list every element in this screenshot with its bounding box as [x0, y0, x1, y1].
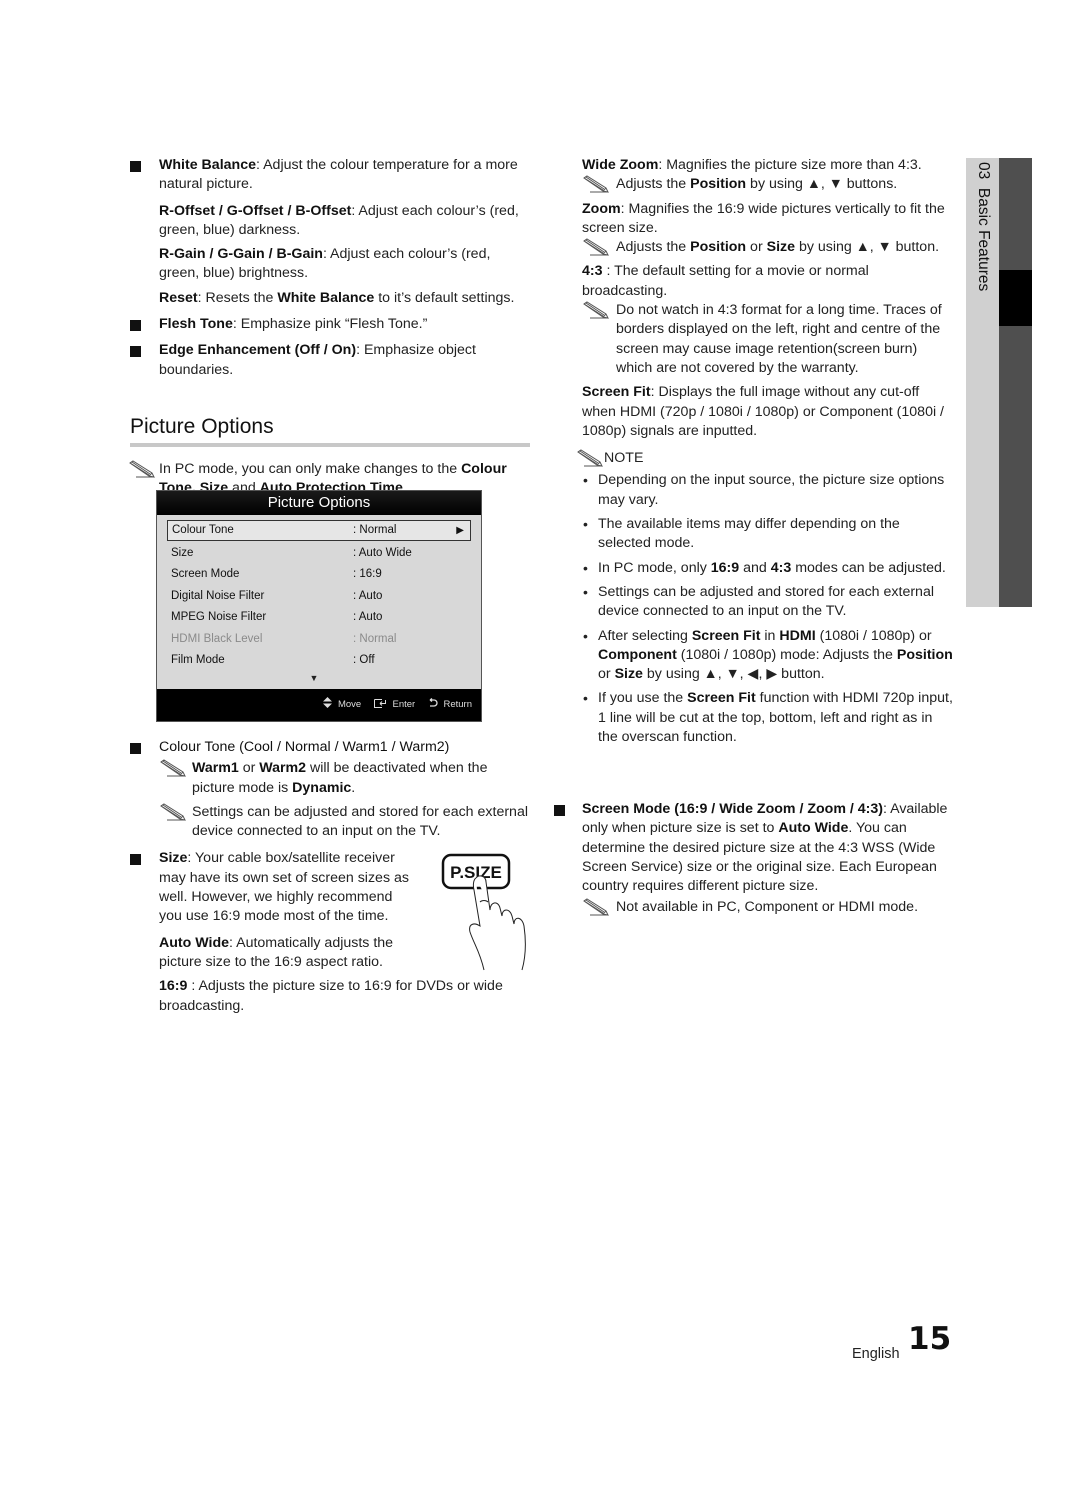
reset-item: Reset: Resets the White Balance to it’s …: [159, 289, 515, 306]
osd-row-hdmi-black-level: HDMI Black Level : Normal: [171, 632, 397, 645]
bullet-square-icon: [554, 805, 565, 816]
note-pencil-icon: [576, 449, 604, 467]
note-item: • If you use the Screen Fit function with…: [583, 690, 953, 746]
right-arrow-icon: ▶: [456, 525, 464, 536]
footer-language: English: [852, 1346, 900, 1362]
gain-item: R-Gain / G-Gain / B-Gain: Adjust each co…: [159, 246, 491, 282]
white-balance-item: White Balance: Adjust the colour tempera…: [130, 156, 530, 195]
settings-note: Settings can be adjusted and stored for …: [159, 803, 530, 842]
scroll-down-arrow-icon[interactable]: ▼: [157, 671, 471, 685]
chapter-tab-bar: [999, 158, 1032, 607]
bullet-square-icon: [130, 161, 141, 172]
enter-hint: Enter: [373, 699, 418, 710]
page-number: 15: [908, 1321, 952, 1357]
note-pencil-icon: [582, 238, 610, 256]
size-item: Size: Your cable box/satellite receiver …: [130, 849, 419, 926]
note-item: • In PC mode, only 16:9 and 4:3 modes can…: [583, 559, 946, 576]
osd-row-mpeg-noise-filter[interactable]: MPEG Noise Filter : Auto: [167, 607, 471, 628]
osd-row-film-mode[interactable]: Film Mode : Off: [167, 650, 471, 671]
note-pencil-icon: [159, 803, 187, 821]
flesh-tone-item: Flesh Tone: Emphasize pink “Flesh Tone.”: [130, 315, 530, 334]
auto-wide-item: Auto Wide: Automatically adjusts the pic…: [159, 934, 394, 970]
offset-item: R-Offset / G-Offset / B-Offset: Adjust e…: [159, 202, 519, 238]
colour-tone-item: Colour Tone (Cool / Normal / Warm1 / War…: [130, 738, 530, 757]
section-title: Picture Options: [130, 414, 530, 447]
bullet-square-icon: [130, 346, 141, 358]
note-pencil-icon: [582, 175, 610, 193]
note-item: • Settings can be adjusted and stored for…: [583, 583, 934, 620]
left-column: White Balance: Adjust the colour tempera…: [130, 156, 530, 504]
note-pencil-icon: [582, 898, 610, 916]
osd-title: Picture Options: [157, 491, 481, 515]
osd-row-digital-noise-filter[interactable]: Digital Noise Filter : Auto: [167, 586, 471, 607]
chapter-tab-label[interactable]: 03 Basic Features: [968, 162, 998, 322]
screen-mode-item: Screen Mode (16:9 / Wide Zoom / Zoom / 4…: [554, 800, 954, 896]
hand-pointer-icon: [469, 875, 526, 971]
osd-row-colour-tone[interactable]: Colour Tone : Normal ▶: [167, 520, 471, 541]
chapter-tab-marker: [999, 270, 1032, 326]
screen-mode-block: Screen Mode (16:9 / Wide Zoom / Zoom / 4…: [554, 800, 954, 923]
bullet-square-icon: [130, 743, 141, 754]
warm-note: Warm1 or Warm2 will be deactivated when …: [159, 759, 530, 798]
zoom-note: Adjusts the Position or Size by using ▲,…: [582, 238, 954, 257]
move-hint: Move: [323, 697, 364, 710]
zoom-item: Zoom: Magnifies the 16:9 wide pictures v…: [582, 200, 945, 236]
bullet-square-icon: [130, 320, 141, 332]
osd-row-screen-mode[interactable]: Screen Mode : 16:9: [167, 564, 471, 585]
right-column: Wide Zoom: Magnifies the picture size mo…: [582, 156, 954, 753]
return-hint: Return: [428, 697, 472, 710]
ratio-4-3-item: 4:3 : The default setting for a movie or…: [582, 263, 869, 299]
note-item: • Depending on the input source, the pict…: [583, 472, 945, 508]
note-heading: NOTE: [582, 449, 954, 468]
wide-zoom-item: Wide Zoom: Magnifies the picture size mo…: [582, 157, 922, 173]
picture-options-osd: Picture Options Colour Tone : Normal ▶ S…: [156, 490, 482, 722]
bullet-square-icon: [130, 854, 141, 866]
note-pencil-icon: [159, 759, 187, 777]
note-item: • The available items may differ dependin…: [583, 516, 900, 552]
up-down-arrow-icon: [323, 697, 333, 708]
screen-mode-note: Not available in PC, Component or HDMI m…: [582, 898, 954, 917]
enter-icon: [373, 699, 386, 708]
osd-footer: Move Enter Return: [157, 689, 481, 721]
note-pencil-icon: [128, 460, 156, 478]
note-item: • After selecting Screen Fit in HDMI (108…: [583, 627, 953, 683]
edge-enhancement-item: Edge Enhancement (Off / On): Emphasize o…: [130, 341, 530, 380]
psize-button-illustration: P.SIZE: [441, 853, 526, 971]
osd-menu-list: Colour Tone : Normal ▶ Size : Auto Wide …: [157, 515, 481, 685]
return-icon: [429, 697, 438, 707]
note-pencil-icon: [582, 301, 610, 319]
screen-fit-item: Screen Fit: Displays the full image with…: [582, 384, 944, 439]
osd-row-size[interactable]: Size : Auto Wide: [167, 543, 471, 564]
wide-zoom-note: Adjusts the Position by using ▲, ▼ butto…: [582, 175, 954, 194]
ratio-4-3-note: Do not watch in 4:3 format for a long ti…: [582, 301, 954, 378]
ratio-16-9-item: 16:9 : Adjusts the picture size to 16:9 …: [159, 978, 503, 1014]
